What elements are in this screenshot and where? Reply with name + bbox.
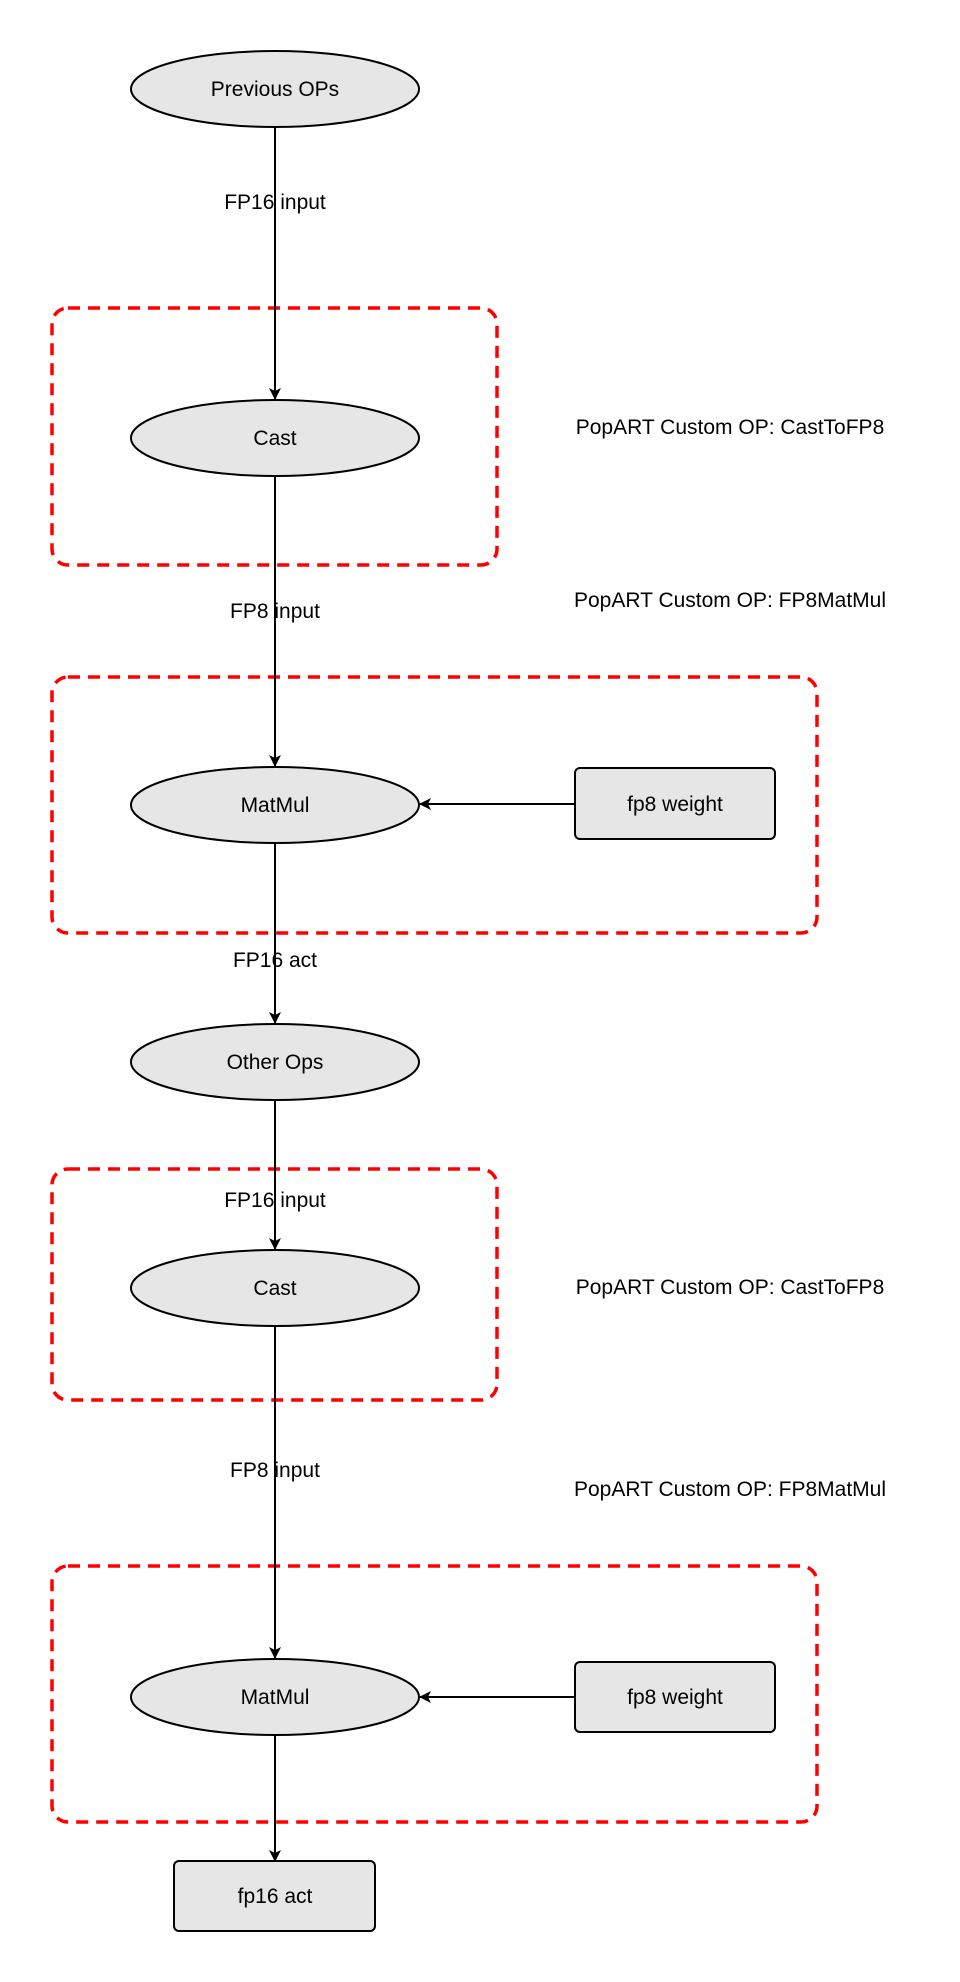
edge-label-fp8-input-1: FP8 input xyxy=(230,600,320,623)
node-matmul-1[interactable]: MatMul xyxy=(130,766,420,844)
node-cast-1-label: Cast xyxy=(253,427,296,450)
node-fp8-weight-2[interactable]: fp8 weight xyxy=(574,1661,776,1733)
group-label-fp8-matmul-1: PopART Custom OP: FP8MatMul xyxy=(574,589,886,612)
group-label-cast-to-fp8-2: PopART Custom OP: CastToFP8 xyxy=(576,1276,885,1299)
node-matmul-2-label: MatMul xyxy=(241,1686,310,1709)
node-cast-1[interactable]: Cast xyxy=(130,399,420,477)
node-matmul-1-label: MatMul xyxy=(241,794,310,817)
group-label-cast-to-fp8-1: PopART Custom OP: CastToFP8 xyxy=(576,416,885,439)
node-previous-ops[interactable]: Previous OPs xyxy=(130,50,420,128)
edge-label-fp16-act: FP16 act xyxy=(233,949,317,972)
node-previous-ops-label: Previous OPs xyxy=(211,78,339,101)
node-cast-2[interactable]: Cast xyxy=(130,1249,420,1327)
group-label-fp8-matmul-2: PopART Custom OP: FP8MatMul xyxy=(574,1478,886,1501)
diagram-canvas: Previous OPs Cast MatMul fp8 weight Othe… xyxy=(50,50,886,1932)
node-cast-2-label: Cast xyxy=(253,1277,296,1300)
node-fp8-weight-1-label: fp8 weight xyxy=(627,793,723,816)
edge-label-fp16-input-2: FP16 input xyxy=(224,1189,326,1212)
node-other-ops[interactable]: Other Ops xyxy=(130,1023,420,1101)
node-fp16-act[interactable]: fp16 act xyxy=(173,1860,376,1932)
node-fp16-act-label: fp16 act xyxy=(238,1885,313,1908)
node-other-ops-label: Other Ops xyxy=(227,1051,324,1074)
edge-label-fp16-input-1: FP16 input xyxy=(224,191,326,214)
node-matmul-2[interactable]: MatMul xyxy=(130,1658,420,1736)
node-fp8-weight-1[interactable]: fp8 weight xyxy=(574,767,776,840)
edge-label-fp8-input-2: FP8 input xyxy=(230,1459,320,1482)
node-fp8-weight-2-label: fp8 weight xyxy=(627,1686,723,1709)
